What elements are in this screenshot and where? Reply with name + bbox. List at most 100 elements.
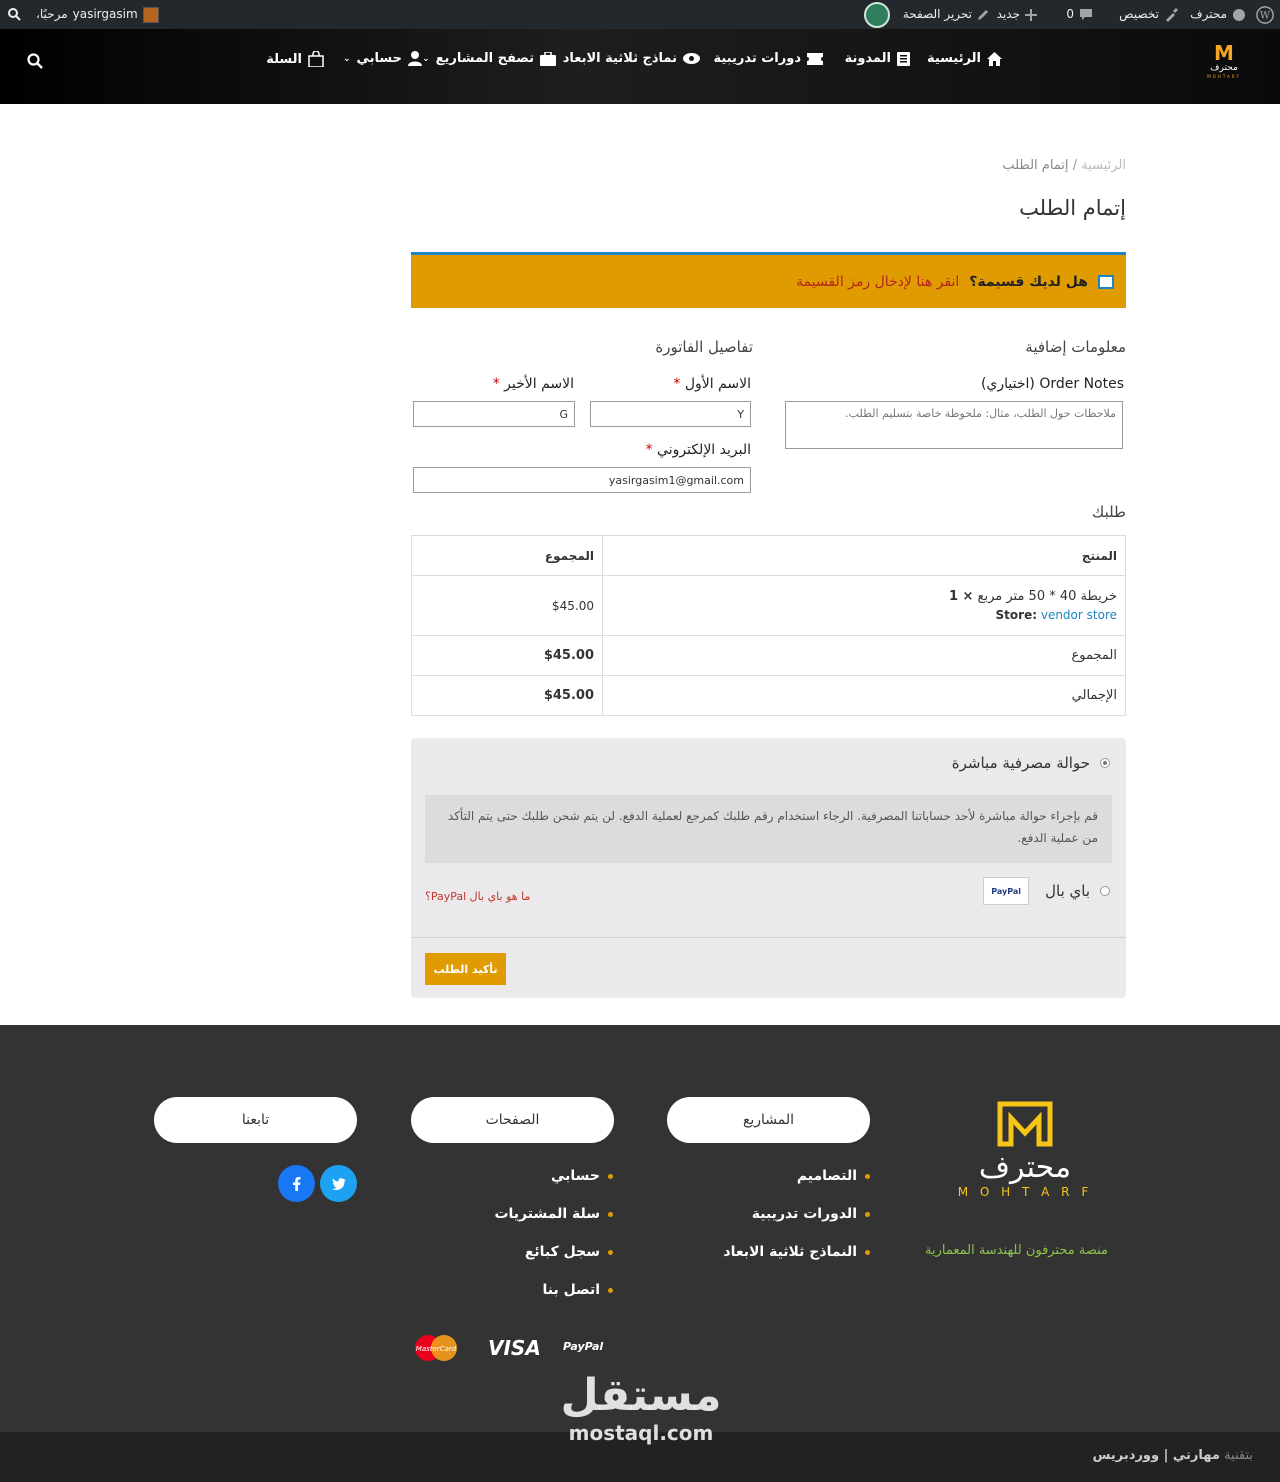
place-order-button[interactable]: تأكيد الطلب [425,953,506,985]
nav-courses[interactable]: دورات تدريبية [713,51,823,66]
new-label: جديد [996,7,1020,21]
breadcrumb-current: إتمام الطلب [1002,158,1069,173]
visa-logo: VISA [488,1336,541,1360]
projects-column-title: المشاريع [667,1097,870,1143]
paypal-radio[interactable] [1100,886,1110,896]
store-link[interactable]: vendor store [1041,608,1117,622]
brush-icon [1166,7,1178,22]
eye-icon [683,53,700,64]
link-text: سلة المشتريات [494,1206,600,1222]
email-label-text: البريد الإلكتروني [657,442,751,458]
footer-link-cart[interactable]: سلة المشتريات [494,1206,613,1222]
nav-home[interactable]: الرئيسية [927,51,1002,66]
coupon-notice: هل لديك قسيمة؟ انقر هنا لإدخال رمز القسي… [411,252,1126,308]
coupon-link[interactable]: انقر هنا لإدخال رمز القسيمة [796,274,959,290]
bank-label: حوالة مصرفية مباشرة [951,754,1090,772]
paypal-footer-logo: PayPal [563,1340,604,1353]
nav-browse-label: تصفح المشاريع [435,51,534,66]
footer-link-designs[interactable]: التصاميم [797,1168,870,1184]
coupon-question: هل لديك قسيمة؟ [969,273,1088,290]
nav-cart-label: السلة [266,51,302,67]
site-name-menu[interactable]: محترف [1190,0,1246,29]
mastercard-text: MasterCard [416,1345,457,1353]
first-name-label-text: الاسم الأول [684,376,751,392]
search-icon[interactable] [27,53,43,69]
facebook-icon[interactable] [278,1165,315,1202]
paypal-logo: PayPal [983,877,1030,905]
edit-page-link[interactable]: تحرير الصفحة [903,0,990,29]
briefcase-icon [540,51,556,66]
nav-my-account[interactable]: حسابي ⌄ [343,51,422,66]
nav-3d-models[interactable]: نماذج ثلاثية الابعاد [563,51,700,66]
what-is-paypal-link[interactable]: ما هو باي بال PayPal؟ [425,890,530,903]
order-notes-field[interactable] [785,401,1123,449]
total-row: الإجمالي $45.00 [411,675,1126,716]
comments-count: 0 [1066,7,1074,21]
payment-option-bank[interactable]: حوالة مصرفية مباشرة [952,754,1110,772]
footer-logo-text: محترف [978,1150,1072,1185]
page-title: إتمام الطلب [1019,196,1126,220]
payment-option-paypal[interactable]: باي بال PayPal [983,877,1110,905]
logo-mark: M [1214,41,1234,65]
footer-link-contact[interactable]: اتصل بنا [543,1282,613,1298]
wordpress-logo-icon[interactable]: W [1256,0,1274,29]
customize-link[interactable]: تخصيص [1119,0,1178,29]
store-label: Store: [995,607,1038,622]
footer-link-vendor-register[interactable]: سجل كبائع [525,1244,613,1260]
order-heading: طلبك [1091,503,1126,521]
divider [411,937,1126,938]
twitter-icon[interactable] [320,1165,357,1202]
bank-radio[interactable] [1100,758,1110,768]
footer-logo[interactable]: محترف M O H T A R F [940,1101,1110,1199]
email-field[interactable] [413,467,751,493]
nav-blog[interactable]: المدونة [845,51,910,66]
nav-blog-label: المدونة [844,51,891,66]
bottom-bar: بتقنية مهارتي | ووردبريس [0,1432,1280,1482]
bullet-icon [865,1211,870,1217]
nav-browse-projects[interactable]: تصفح المشاريع ⌄ [422,51,556,66]
product-quantity: × 1 [948,588,974,604]
credits-prefix: بتقنية [1224,1448,1253,1463]
new-content-menu[interactable]: جديد [997,0,1037,29]
link-text: النماذج ثلاثية الابعاد [723,1244,857,1260]
last-name-field[interactable] [413,401,575,427]
user-avatar-badge[interactable] [864,0,890,29]
footer-link-courses[interactable]: الدورات تدريبية [752,1206,870,1222]
logo-subtext: MOHTARF [1207,74,1241,79]
site-footer: محترف M O H T A R F منصة محترفون للهندسة… [0,1025,1280,1432]
avatar [142,6,159,23]
my-account-menu[interactable]: yasirgasim مرحبًا، [36,0,159,29]
nav-courses-label: دورات تدريبية [713,51,801,66]
footer-link-account[interactable]: حسابي [551,1168,613,1184]
comments-link[interactable]: 0 [1066,0,1093,29]
bullet-icon [608,1287,613,1293]
table-row: خريطة 40 * 50 متر مربع × 1 Store: vendor… [411,575,1126,636]
plus-icon [1025,8,1037,21]
email-label: البريد الإلكتروني * [646,442,751,458]
ticket-icon [807,52,823,65]
last-name-label-text: الاسم الأخير [504,376,574,392]
site-logo[interactable]: M محترف MOHTARF [1201,43,1247,89]
bullet-icon [865,1173,870,1179]
required-mark: * [673,376,681,392]
subtotal-label: المجموع [602,635,1126,676]
col-total-header: المجموع [411,535,603,576]
required-mark: * [645,442,653,458]
username: yasirgasim [72,7,138,21]
order-notes-label: Order Notes (اختياري) [980,376,1124,392]
footer-link-3d-models[interactable]: النماذج ثلاثية الابعاد [723,1244,870,1260]
total-value: $45.00 [411,675,603,716]
breadcrumb-home[interactable]: الرئيسية [1081,158,1126,173]
first-name-field[interactable] [590,401,751,427]
breadcrumb: الرئيسية / إتمام الطلب [1002,158,1126,173]
nav-cart[interactable]: السلة [266,51,324,67]
table-header-row: المنتج المجموع [411,535,1126,576]
col-product-header: المنتج [602,535,1126,576]
product-name: خريطة 40 * 50 متر مربع [977,588,1117,604]
breadcrumb-separator: / [1072,158,1078,173]
credits-brand[interactable]: مهارتي | ووردبريس [1093,1448,1220,1463]
admin-bar: W محترف تخصيص 0 جديد تحرير الصفحة yasirg… [0,0,1280,29]
link-text: سجل كبائع [524,1244,600,1260]
admin-search-icon[interactable] [8,0,21,29]
credits: بتقنية مهارتي | ووردبريس [1093,1448,1253,1463]
